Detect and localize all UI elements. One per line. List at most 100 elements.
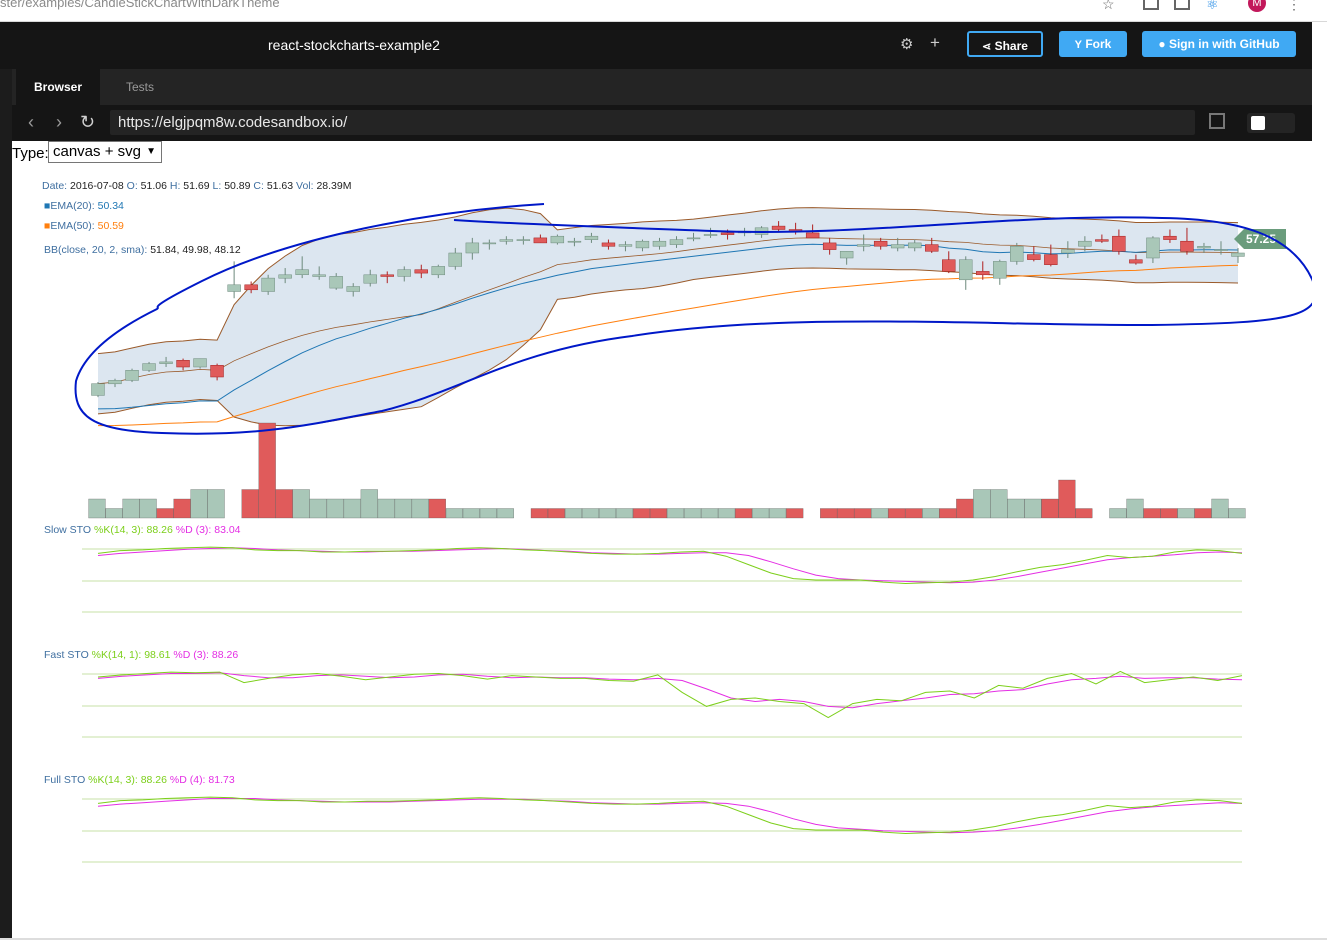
candle — [227, 284, 241, 292]
ohlc-tooltip-part-3: 51.06 — [141, 180, 170, 192]
gear-icon[interactable]: ⚙ — [900, 35, 913, 53]
candle — [1061, 249, 1075, 254]
fork-button[interactable]: Y Fork — [1059, 31, 1127, 57]
volume-bar — [922, 508, 940, 519]
candle — [1129, 259, 1143, 264]
candle — [261, 277, 275, 292]
candle — [805, 232, 820, 239]
type-select[interactable]: canvas + svg ▼ — [48, 141, 162, 163]
stochastic-tooltip-part-3: %D (4): — [170, 774, 209, 786]
candle — [1163, 235, 1177, 240]
open-new-window-icon[interactable] — [1209, 113, 1225, 129]
candle — [210, 365, 224, 378]
volume-bar — [871, 508, 889, 519]
candle — [1112, 235, 1126, 252]
volume-bar — [88, 498, 106, 519]
volume-bar — [1143, 508, 1161, 519]
stochastic-tooltip-part-2: 98.61 — [144, 649, 173, 661]
candle — [295, 269, 309, 275]
candle — [720, 232, 735, 235]
preview-url-input[interactable]: https://elgjpqm8w.codesandbox.io/ — [110, 110, 1195, 135]
star-icon[interactable]: ☆ — [1102, 0, 1115, 11]
type-label: Type: — [12, 145, 49, 162]
volume-bar — [462, 508, 480, 519]
candle — [1078, 240, 1092, 247]
candle — [159, 361, 173, 364]
avatar[interactable]: M — [1248, 0, 1266, 12]
forward-icon[interactable]: › — [56, 113, 62, 131]
react-devtools-icon[interactable]: ⚛ — [1206, 0, 1219, 11]
ohlc-tooltip-part-2: O: — [127, 180, 141, 192]
volume-bar — [888, 508, 906, 519]
stochastic-tooltip-part-1: %K(14, 1): — [92, 649, 145, 661]
volume-bar — [445, 508, 463, 519]
volume-bar — [1058, 479, 1076, 519]
volume-bar — [496, 508, 514, 519]
volume-bar — [1194, 508, 1212, 519]
volume-bar — [360, 489, 378, 519]
volume-bar — [173, 498, 191, 519]
candle — [329, 276, 343, 289]
volume-bar — [207, 489, 225, 519]
volume-bar — [547, 508, 565, 519]
volume-bar — [701, 508, 719, 519]
ohlc-tooltip-part-0: Date: — [42, 180, 70, 192]
volume-bar — [649, 508, 668, 519]
preview-address-bar: ‹ › ↻ https://elgjpqm8w.codesandbox.io/ — [12, 105, 1312, 141]
candle — [669, 239, 684, 245]
menu-icon[interactable]: ⋮ — [1287, 0, 1301, 11]
refresh-icon[interactable]: ↻ — [80, 113, 95, 131]
candle — [1214, 249, 1228, 251]
volume-bar — [786, 508, 804, 519]
candle — [856, 244, 871, 247]
candle — [873, 240, 888, 247]
camera-icon[interactable] — [1143, 0, 1159, 10]
volume-bar — [190, 489, 208, 519]
ohlc-tooltip-part-9: 51.63 — [267, 180, 296, 192]
volume-bar — [837, 508, 855, 519]
ohlc-tooltip-part-7: 50.89 — [224, 180, 253, 192]
share-button[interactable]: ⋖ Share — [967, 31, 1043, 57]
sandbox-title: react-stockcharts-example2 — [268, 37, 440, 53]
stock-chart[interactable]: 57.25Date: 2016-07-08 O: 51.06 H: 51.69 … — [12, 141, 1312, 938]
candle — [1146, 237, 1160, 259]
volume-bar — [820, 508, 838, 519]
candle — [822, 242, 837, 250]
candle — [1027, 254, 1041, 260]
screen-icon[interactable] — [1174, 0, 1190, 10]
candle — [1231, 252, 1245, 257]
signin-label: Sign in with GitHub — [1168, 37, 1280, 51]
volume-bar — [1160, 508, 1178, 519]
volume-bar — [1024, 498, 1042, 519]
volume-bar — [1211, 498, 1229, 519]
candle — [1197, 246, 1211, 249]
candle — [839, 251, 854, 259]
tab-tests[interactable]: Tests — [112, 69, 168, 105]
ohlc-tooltip-part-1: 2016-07-08 — [70, 180, 127, 192]
candle — [91, 383, 105, 396]
volume-bar — [139, 498, 157, 519]
stochastic-tooltip-part-3: %D (3): — [173, 649, 212, 661]
signin-github-button[interactable]: ● Sign in with GitHub — [1142, 31, 1296, 57]
tab-browser[interactable]: Browser — [16, 69, 100, 105]
window-edge — [1312, 22, 1327, 940]
volume-bar — [939, 508, 957, 519]
back-icon[interactable]: ‹ — [28, 113, 34, 131]
stochastic-tooltip-part-0: Full STO — [44, 774, 88, 786]
stochastic-d-line — [97, 798, 1243, 834]
stochastic-tooltip-part-2: 88.26 — [147, 524, 176, 536]
stochastic-tooltip-part-4: 83.04 — [214, 524, 240, 536]
plus-icon[interactable]: + — [930, 33, 940, 53]
candle — [1095, 239, 1109, 242]
volume-bar — [1041, 498, 1059, 519]
console-toggle[interactable] — [1247, 113, 1295, 133]
volume-bar — [769, 508, 787, 519]
sandbox-header: react-stockcharts-example2 ⚙ + ⋖ Share Y… — [0, 22, 1312, 69]
browser-url[interactable]: ster/examples/CandleStickChartWithDarkTh… — [0, 0, 280, 10]
candle — [108, 380, 122, 385]
candle — [1044, 254, 1058, 265]
volume-bar — [735, 508, 753, 519]
stochastic-tooltip-part-3: %D (3): — [176, 524, 215, 536]
candle — [244, 284, 258, 291]
candle — [465, 242, 480, 254]
